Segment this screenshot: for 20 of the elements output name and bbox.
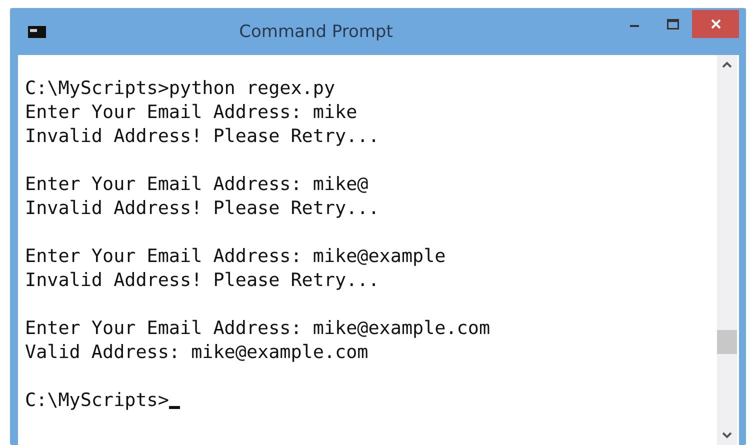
console-line: Enter Your Email Address: mike@example — [25, 245, 447, 269]
scroll-up-icon[interactable] — [722, 61, 732, 68]
text-cursor — [168, 406, 180, 409]
console-line: C:\MyScripts>python regex.py — [25, 77, 336, 101]
close-icon — [710, 19, 720, 29]
console-line: Invalid Address! Please Retry... — [25, 269, 380, 293]
close-button[interactable] — [692, 10, 739, 38]
console-line: Invalid Address! Please Retry... — [25, 197, 380, 221]
scrollbar-thumb[interactable] — [717, 330, 737, 354]
console-prompt: C:\MyScripts> — [25, 389, 169, 413]
console-icon — [28, 26, 46, 38]
maximize-icon — [667, 18, 679, 30]
window-title: Command Prompt — [238, 22, 394, 42]
scrollbar[interactable] — [717, 55, 737, 445]
console-line: Invalid Address! Please Retry... — [25, 125, 380, 149]
console-line: Enter Your Email Address: mike@example.com — [25, 317, 492, 341]
console-line: Enter Your Email Address: mike@ — [25, 173, 370, 197]
console-line: Valid Address: mike@example.com — [25, 341, 370, 365]
scroll-down-icon[interactable] — [722, 432, 732, 439]
console-line: Enter Your Email Address: mike — [25, 101, 358, 125]
